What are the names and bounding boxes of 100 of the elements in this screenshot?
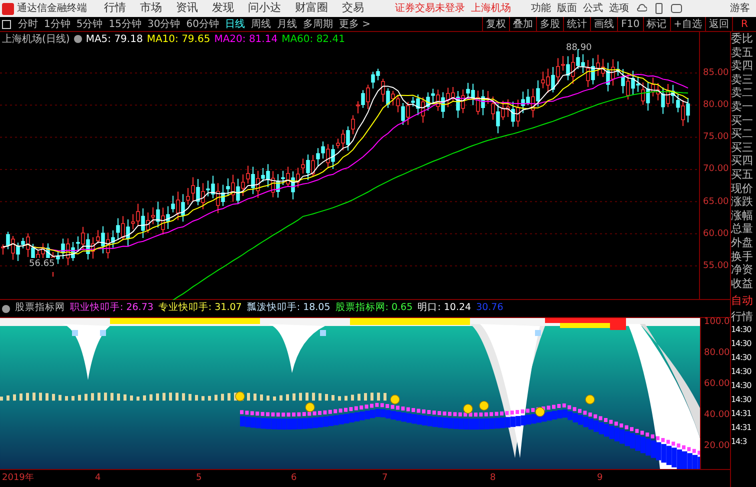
menu-action[interactable]: 版面 (557, 1, 577, 16)
quote-label: 涨跌 (731, 195, 754, 209)
quote-label: 总量 (731, 222, 754, 236)
period-tab[interactable]: 分时 (15, 16, 41, 32)
status-text: 上海机场 (471, 2, 511, 16)
menu-item[interactable]: 资讯 (176, 0, 198, 17)
trade-time: 14:31 (731, 408, 752, 420)
quote-label: 现价 (731, 182, 754, 196)
menu-item[interactable]: 市场 (140, 0, 162, 17)
price-axis-label: 80.00 (703, 99, 729, 112)
quote-label: 收益 (731, 276, 754, 290)
period-tab[interactable]: 30分钟 (144, 16, 184, 32)
phone-icon[interactable] (655, 3, 663, 14)
date-axis-label: 9 (597, 472, 603, 485)
app-logo-icon (2, 2, 14, 14)
price-axis-label: 75.00 (703, 131, 729, 144)
app-title: 通达信金融终端 (17, 2, 87, 16)
period-tab[interactable]: 周线 (248, 16, 274, 32)
low-price-marker: 56.65 (28, 258, 56, 272)
menu-item[interactable]: 财富圈 (295, 0, 328, 17)
indicator-axis-label: 40.00 (704, 409, 730, 422)
date-axis-label: 5 (196, 472, 202, 485)
quote-label: 买四 (731, 154, 754, 168)
indicator-value: 股票指标网 (15, 301, 65, 316)
period-tab[interactable]: 5分钟 (73, 16, 106, 32)
mode-label[interactable]: 自动 (731, 294, 756, 308)
panel-toggle-icon[interactable] (2, 20, 11, 28)
quote-label: 外盘 (731, 236, 754, 250)
quote-label: 卖三 (731, 72, 754, 86)
quote-label: 买五 (731, 168, 754, 182)
menu-action[interactable]: 功能 (531, 1, 551, 16)
chart-tool-button[interactable]: 复权 (482, 17, 510, 31)
period-tab[interactable]: 更多 > (336, 16, 374, 32)
date-axis-label: 6 (291, 472, 297, 485)
chart-tool-button[interactable]: F10 (617, 17, 643, 31)
period-tab[interactable]: 月线 (274, 16, 300, 32)
indicator-value: 股票指标网: 0.65 (335, 301, 413, 316)
quote-tab[interactable]: 行情 (731, 310, 756, 324)
price-axis-label: 60.00 (703, 228, 729, 241)
quote-label: 卖五 (731, 46, 754, 60)
quote-label: 买三 (731, 140, 754, 154)
chart-tool-button[interactable]: 叠加 (509, 17, 536, 31)
indicator-value: 明口: 10.24 (418, 301, 472, 316)
menu-action[interactable]: 公式 (583, 1, 603, 16)
period-tab[interactable]: 日线 (222, 16, 248, 32)
indicator-value: 专业快叩手: 31.07 (158, 301, 242, 316)
ma-value: MA5: 79.18 (86, 32, 143, 46)
quote-label: 买二 (731, 127, 754, 141)
menu-item[interactable]: 发现 (212, 0, 234, 17)
chart-tool-button[interactable]: 画线 (590, 17, 618, 31)
cloud-icon[interactable] (637, 4, 647, 14)
user-label[interactable]: 游客 (730, 1, 750, 16)
menu-item[interactable]: 行情 (104, 0, 126, 17)
price-axis-label: 70.00 (703, 163, 729, 176)
trade-time: 14:30 (731, 338, 752, 350)
indicator-axis-label: 20.00 (704, 440, 730, 453)
ma-value: MA60: 82.41 (282, 32, 345, 46)
quote-label: 卖四 (731, 59, 754, 73)
menu-action[interactable]: 选项 (609, 1, 629, 16)
date-axis-label: 4 (95, 472, 101, 485)
menu-item[interactable]: 问小达 (248, 0, 281, 17)
indicator-value: 瓢泼快叩手: 18.05 (246, 301, 330, 316)
trade-time: 14:30 (731, 366, 752, 378)
indicator-axis-label: 100.0 (704, 316, 730, 329)
period-tab[interactable]: 多周期 (300, 16, 336, 32)
chart-title: 上海机场(日线) (2, 32, 70, 46)
trade-time: 14:30 (731, 394, 752, 406)
period-tab[interactable]: 15分钟 (106, 16, 144, 32)
period-tab[interactable]: 1分钟 (41, 16, 74, 32)
indicator-value: 30.76 (476, 301, 504, 316)
chart-tool-button[interactable]: +自选 (670, 17, 705, 31)
message-icon[interactable] (671, 4, 682, 13)
quote-label: 卖二 (731, 86, 754, 100)
date-axis-label: 7 (382, 472, 388, 485)
date-axis-label: 2019年 (2, 472, 34, 485)
price-axis-label: 85.00 (703, 67, 729, 80)
price-axis-label: 55.00 (703, 260, 729, 273)
status-text: 证券交易未登录 (395, 2, 465, 16)
trade-time: 14:31 (731, 422, 752, 434)
indicator-axis-label: 80.00 (704, 347, 730, 360)
chart-tool-button[interactable]: 统计 (563, 17, 590, 31)
trade-time: 14:3 (731, 436, 748, 448)
indicator-value: 职业快叩手: 26.73 (70, 301, 154, 316)
chart-tool-button[interactable]: 返回 (705, 17, 732, 31)
quote-label: 委比 (731, 32, 754, 46)
quote-label: 涨幅 (731, 208, 754, 222)
chart-tool-button[interactable]: 多股 (536, 17, 564, 31)
period-tab[interactable]: 60分钟 (183, 16, 222, 32)
quote-label: 卖一 (731, 100, 754, 114)
price-axis-label: 65.00 (703, 196, 729, 209)
indicator-axis-label: 60.00 (704, 378, 730, 391)
ma-value: MA20: 81.14 (214, 32, 278, 46)
date-axis-label: 8 (490, 472, 496, 485)
trade-time: 14:30 (731, 380, 752, 392)
menu-item[interactable]: 交易 (342, 0, 364, 17)
chart-tool-button[interactable]: 标记 (642, 17, 670, 31)
quote-label: 换手 (731, 250, 754, 264)
quote-label: 净资 (731, 263, 754, 277)
ma-value: MA10: 79.65 (146, 32, 210, 46)
trade-time: 14:30 (731, 352, 752, 364)
